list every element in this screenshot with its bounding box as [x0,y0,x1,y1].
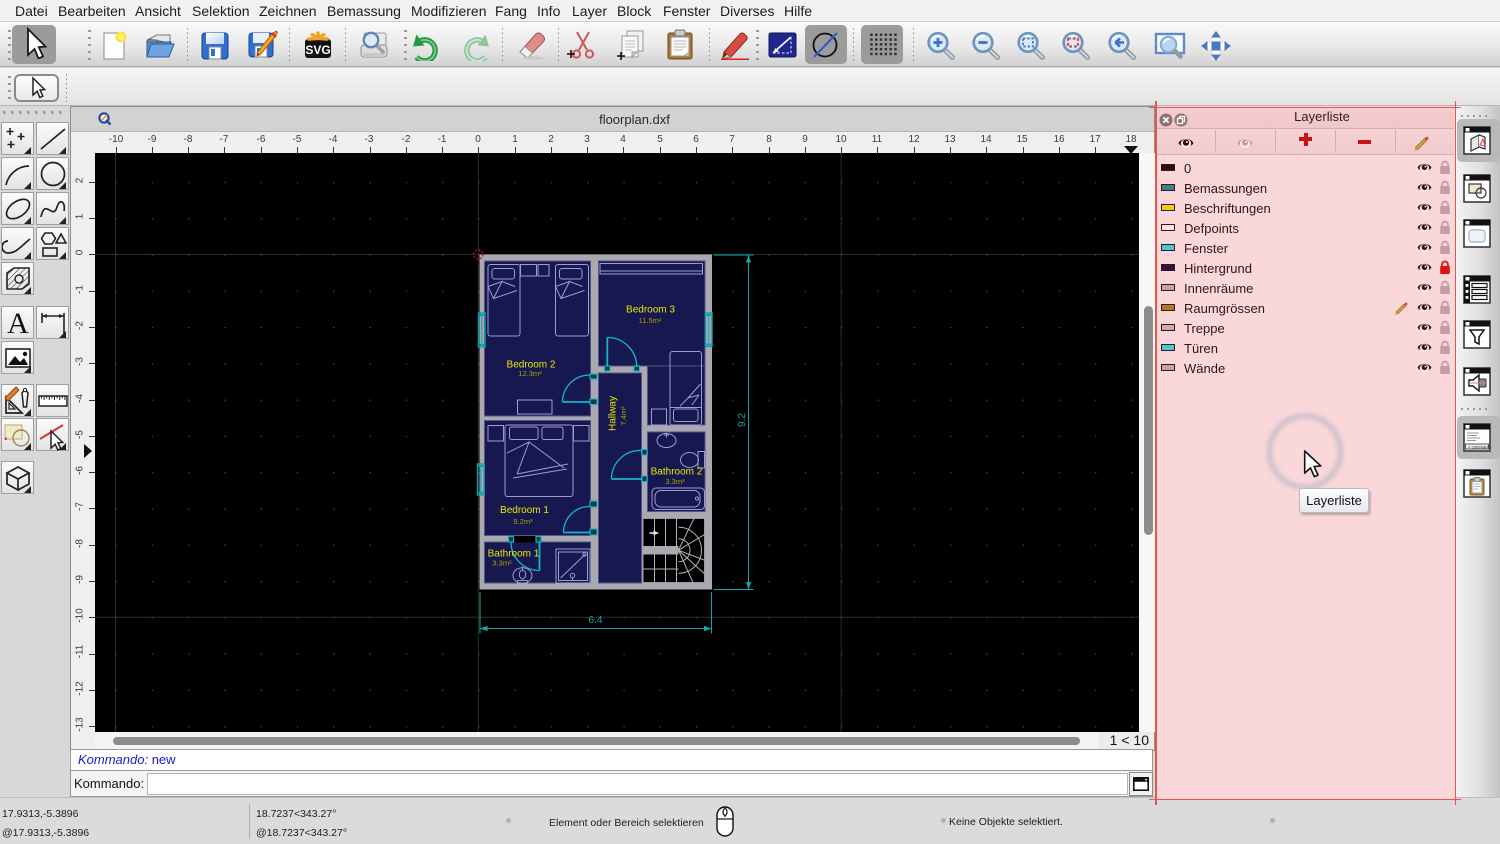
svg-text:12.3m²: 12.3m² [518,369,542,378]
svg-text:SVG: SVG [305,43,330,57]
svg-text:Bedroom 1: Bedroom 1 [500,505,549,516]
svg-text:Bathroom 2: Bathroom 2 [651,467,703,478]
svg-text:11.5m²: 11.5m² [639,316,662,325]
svg-text:9.2: 9.2 [737,413,748,427]
svg-text:3.3m²: 3.3m² [665,477,685,486]
svg-text:Hallway: Hallway [608,396,619,431]
svg-text:A: A [7,307,29,339]
svg-text:7.4m²: 7.4m² [619,406,628,426]
svg-text:Bedroom 3: Bedroom 3 [626,305,675,316]
svg-text:6.4: 6.4 [589,615,603,626]
svg-text:9.2m²: 9.2m² [513,517,533,526]
svg-text:3.3m²: 3.3m² [492,559,512,568]
svg-text:< command: < command [1468,444,1491,449]
